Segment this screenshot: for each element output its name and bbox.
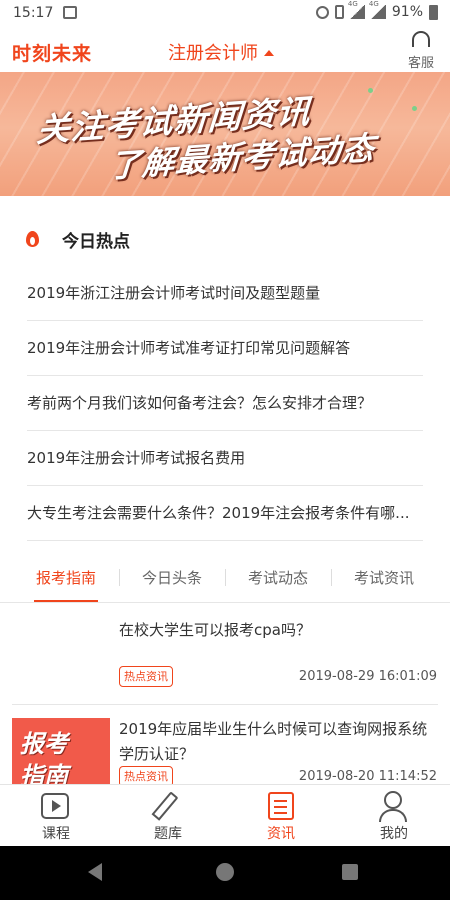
tab-exam-guide[interactable]: 报考指南: [26, 552, 106, 602]
home-icon[interactable]: [216, 863, 234, 881]
nav-label: 资讯: [267, 826, 295, 842]
bottom-navigation: 课程 题库 资讯 我的: [0, 784, 450, 847]
article-title: 在校大学生可以报考cpa吗？: [119, 621, 311, 639]
article-date: 2019-08-20 11:14:52: [298, 769, 437, 784]
category-tabs: 报考指南 今日头条 考试动态 考试资讯: [0, 552, 450, 603]
exam-selector-label: 注册会计师: [168, 43, 258, 64]
hot-news-item[interactable]: 2019年注册会计师考试准考证打印常见问题解答: [27, 321, 423, 376]
headset-icon[interactable]: [412, 31, 430, 47]
caret-up-icon: [264, 50, 274, 56]
customer-service-label[interactable]: 客服: [404, 52, 438, 71]
recent-apps-icon[interactable]: [342, 864, 358, 880]
nav-question-bank[interactable]: 题库: [128, 785, 208, 847]
news-banner[interactable]: 关注考试新闻资讯 了解最新考试动态: [0, 72, 450, 196]
alarm-icon: [315, 5, 329, 19]
tab-headlines[interactable]: 今日头条: [132, 552, 212, 602]
tab-exam-news[interactable]: 考试资讯: [344, 552, 424, 602]
decor-dot: [412, 106, 417, 111]
system-navigation-bar: [0, 846, 450, 900]
status-bar: 15:17 4G 4G 91%: [0, 0, 450, 28]
section-title: 今日热点: [62, 232, 130, 252]
hot-news-item[interactable]: 2019年浙江注册会计师考试时间及题型题量: [27, 266, 423, 321]
nav-label: 我的: [380, 826, 408, 842]
hot-news-item[interactable]: 大专生考注会需要什么条件？2019年注会报考条件有哪...: [27, 486, 423, 541]
signal-icon: 4G: [348, 0, 365, 19]
status-icons: 4G 4G 91%: [315, 0, 438, 20]
article-date: 2019-08-29 16:01:09: [298, 669, 437, 684]
status-time: 15:17: [13, 5, 54, 21]
nav-profile[interactable]: 我的: [354, 785, 434, 847]
article-card[interactable]: 在校大学生可以报考cpa吗？ 热点资讯 2019-08-29 16:01:09: [0, 603, 450, 703]
battery-icon: [429, 4, 438, 20]
app-header: 时刻未来 注册会计师: [0, 28, 450, 72]
hot-news-item[interactable]: 2019年注册会计师考试报名费用: [27, 431, 423, 486]
pencil-icon: [151, 791, 179, 821]
battery-percent: 91%: [391, 4, 423, 20]
tab-exam-updates[interactable]: 考试动态: [238, 552, 318, 602]
image-notification-icon: [63, 6, 77, 19]
play-course-icon: [41, 793, 69, 819]
article-thumbnail: 报考 指南: [12, 718, 110, 788]
app-logo: 时刻未来: [12, 43, 93, 65]
news-icon: [268, 792, 294, 820]
signal-icon: 4G: [369, 0, 386, 19]
vibrate-icon: [334, 5, 344, 19]
article-title: 2019年应届毕业生什么时候可以查询网报系统学历认证？: [119, 720, 428, 763]
article-tag: 热点资讯: [119, 666, 173, 687]
nav-news[interactable]: 资讯: [241, 785, 321, 847]
decor-dot: [368, 88, 373, 93]
exam-selector[interactable]: 注册会计师: [168, 39, 274, 65]
nav-course[interactable]: 课程: [16, 785, 96, 847]
person-icon: [384, 791, 402, 809]
nav-label: 课程: [42, 826, 70, 842]
nav-label: 题库: [154, 826, 182, 842]
hot-news-item[interactable]: 考前两个月我们该如何备考注会？怎么安排才合理？: [27, 376, 423, 431]
back-icon[interactable]: [88, 863, 102, 881]
